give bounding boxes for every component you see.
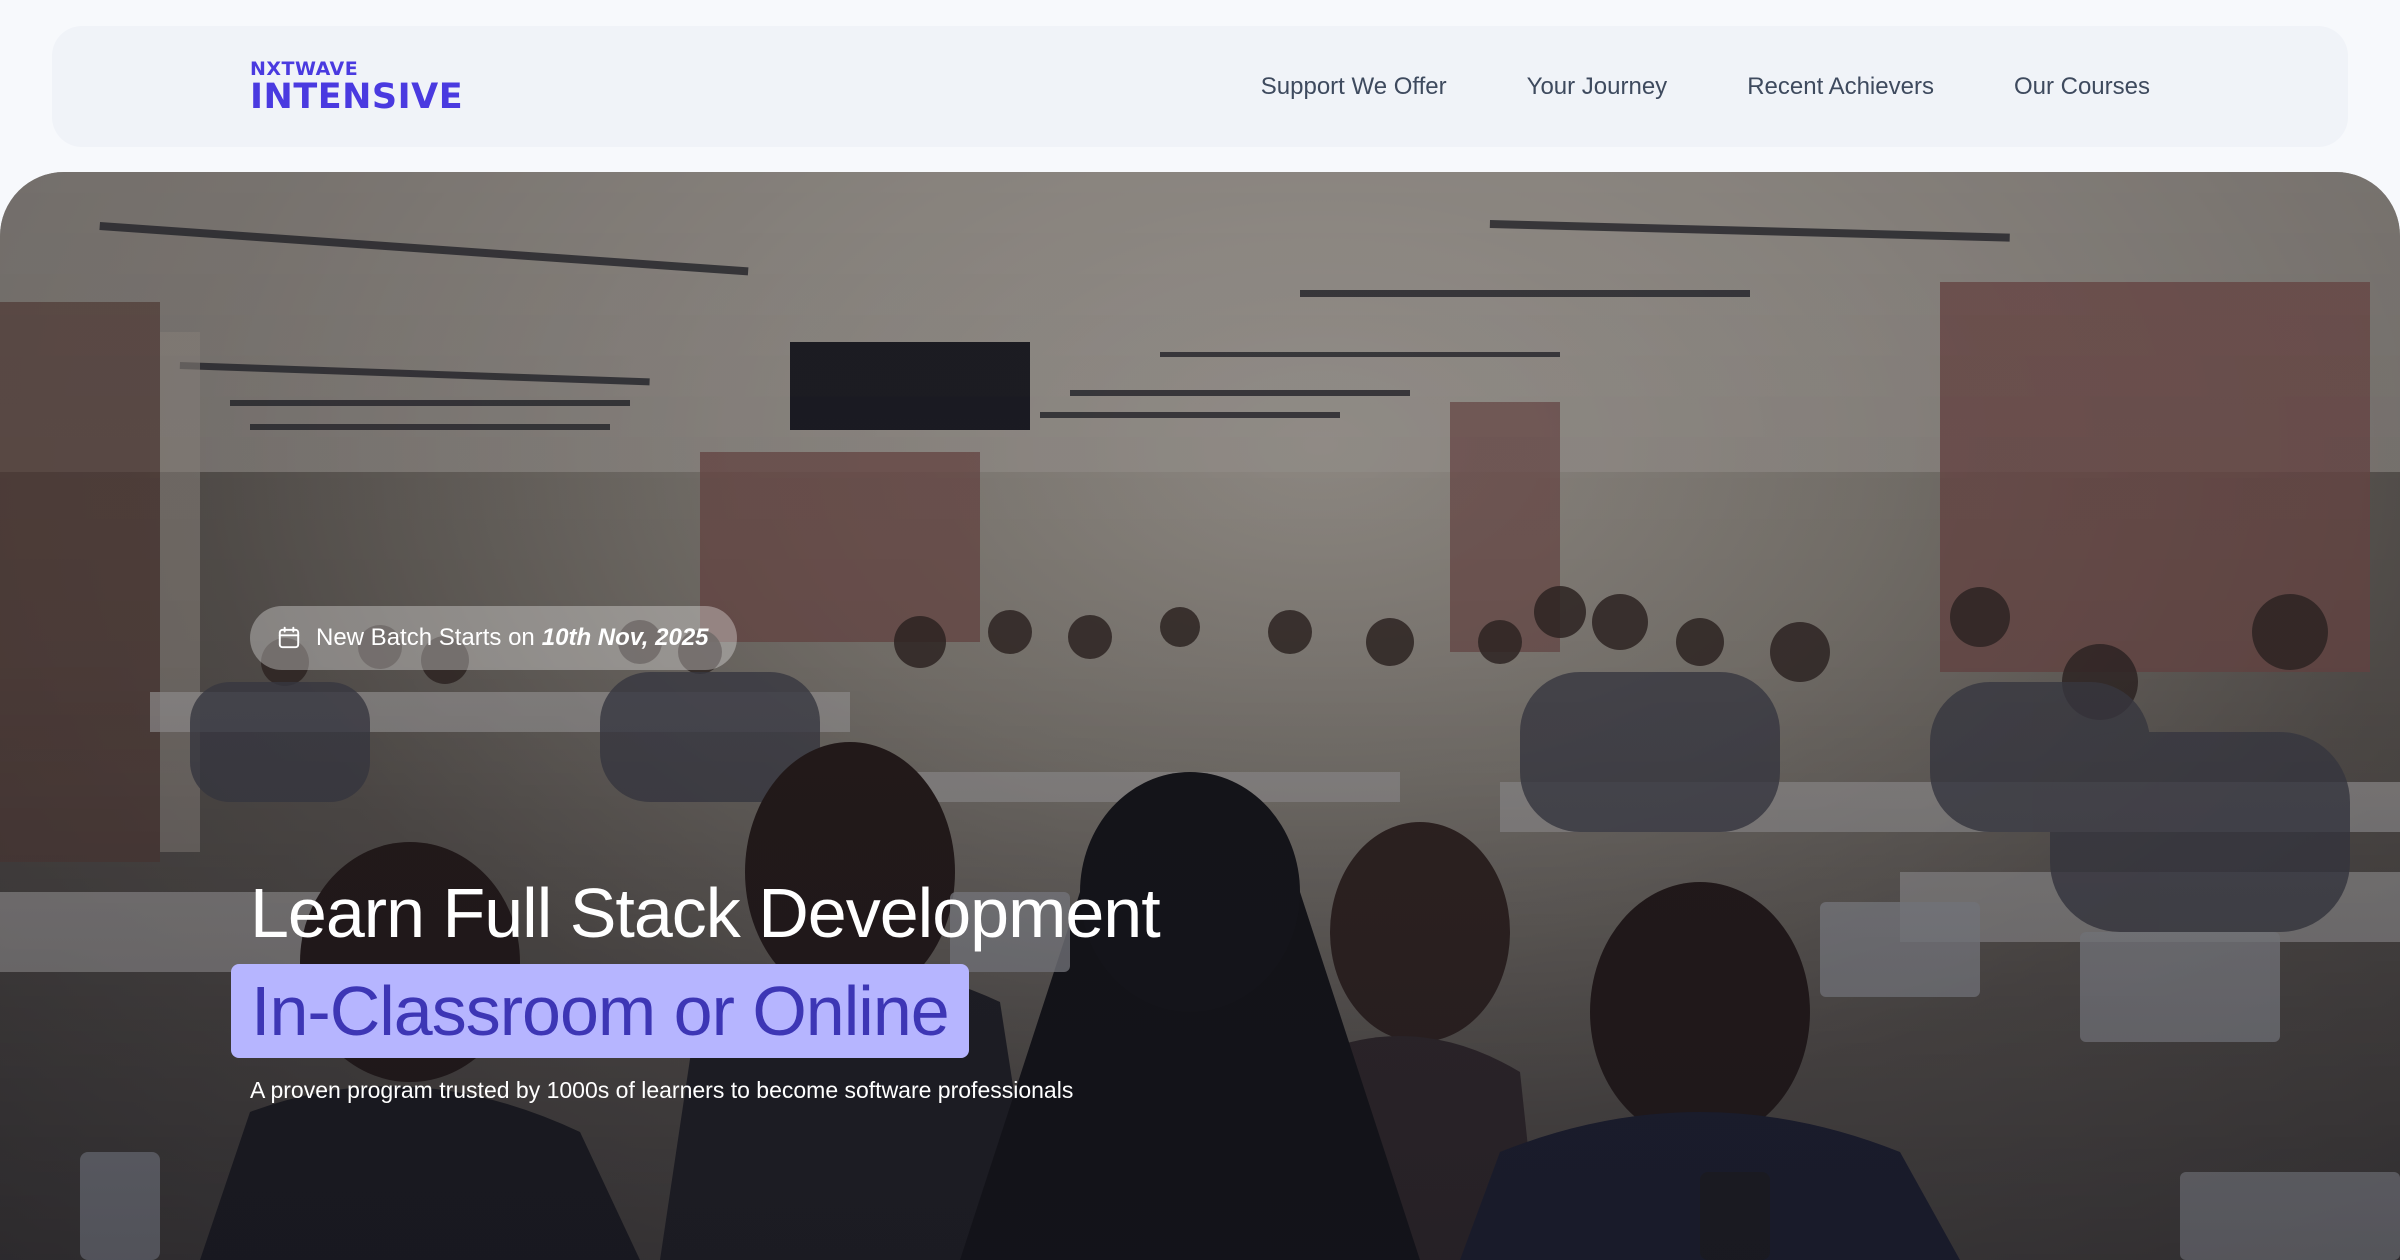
hero-title: Learn Full Stack Development [250, 874, 1161, 952]
main-nav: Support We Offer Your Journey Recent Ach… [1181, 26, 2150, 147]
logo-bottom-text: INTENSIVE [250, 77, 464, 117]
batch-start-label: New Batch Starts on [316, 624, 535, 651]
site-header: NXTWAVE INTENSIVE Support We Offer Your … [52, 26, 2348, 147]
batch-start-date: 10th Nov, 2025 [541, 624, 709, 651]
hero-subtitle: A proven program trusted by 1000s of lea… [250, 1077, 1074, 1103]
nav-support-we-offer[interactable]: Support We Offer [1261, 73, 1447, 101]
nav-recent-achievers[interactable]: Recent Achievers [1747, 73, 1934, 101]
hero-highlight: In-Classroom or Online [231, 964, 969, 1058]
nav-our-courses[interactable]: Our Courses [2014, 73, 2150, 101]
calendar-icon [278, 626, 300, 649]
brand-logo[interactable]: NXTWAVE INTENSIVE [250, 60, 463, 115]
batch-start-badge: New Batch Starts on 10th Nov, 2025 [250, 606, 737, 670]
nav-your-journey[interactable]: Your Journey [1527, 73, 1668, 101]
